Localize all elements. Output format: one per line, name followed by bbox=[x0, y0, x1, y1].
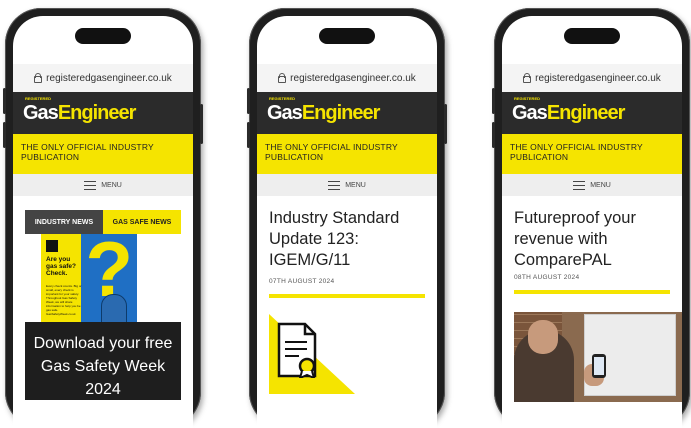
page-content: Industry Standard Update 123: IGEM/G/11 … bbox=[257, 196, 437, 428]
article-photo[interactable] bbox=[514, 312, 682, 402]
phone-screen: registeredgasengineer.co.uk REGISTERED G… bbox=[13, 16, 193, 428]
page-content: Futureproof your revenue with ComparePAL… bbox=[502, 196, 682, 428]
smartphone-icon bbox=[592, 354, 606, 378]
lock-icon bbox=[34, 72, 43, 83]
article-headline[interactable]: Futureproof your revenue with ComparePAL bbox=[514, 208, 672, 271]
hamburger-icon bbox=[328, 180, 341, 190]
gas-safety-poster[interactable]: ? Are you gas safe? Check. Every check c… bbox=[41, 234, 137, 330]
yellow-divider bbox=[514, 290, 670, 294]
site-logo[interactable]: REGISTERED GasEngineer bbox=[267, 97, 380, 124]
notch bbox=[75, 28, 131, 44]
article-date: 07TH AUGUST 2024 bbox=[269, 278, 335, 285]
engineer-photo bbox=[514, 320, 574, 402]
hamburger-icon bbox=[84, 180, 97, 190]
site-tagline: THE ONLY OFFICIAL INDUSTRY PUBLICATION bbox=[13, 134, 193, 174]
certificate-document-icon bbox=[277, 322, 317, 378]
hamburger-icon bbox=[573, 180, 586, 190]
notch bbox=[319, 28, 375, 44]
menu-button[interactable]: MENU bbox=[13, 174, 193, 196]
poster-heading: Are you gas safe? Check. bbox=[46, 256, 76, 277]
url-text: registeredgasengineer.co.uk bbox=[535, 72, 661, 84]
menu-button[interactable]: MENU bbox=[502, 174, 682, 196]
article-date: 08TH AUGUST 2024 bbox=[514, 274, 580, 281]
tab-industry-news[interactable]: INDUSTRY NEWS bbox=[25, 210, 103, 234]
notch bbox=[564, 28, 620, 44]
phone-mockup-3: registeredgasengineer.co.uk REGISTERED G… bbox=[492, 8, 690, 428]
menu-label: MENU bbox=[345, 181, 366, 189]
menu-button[interactable]: MENU bbox=[257, 174, 437, 196]
address-bar[interactable]: registeredgasengineer.co.uk bbox=[502, 64, 682, 92]
lock-icon bbox=[278, 72, 287, 83]
address-bar[interactable]: registeredgasengineer.co.uk bbox=[257, 64, 437, 92]
menu-label: MENU bbox=[590, 181, 611, 189]
phone-screen: registeredgasengineer.co.uk REGISTERED G… bbox=[257, 16, 437, 428]
site-tagline: THE ONLY OFFICIAL INDUSTRY PUBLICATION bbox=[502, 134, 682, 174]
site-tagline: THE ONLY OFFICIAL INDUSTRY PUBLICATION bbox=[257, 134, 437, 174]
site-logo[interactable]: REGISTERED GasEngineer bbox=[512, 97, 625, 124]
phone-mockup-2: registeredgasengineer.co.uk REGISTERED G… bbox=[247, 8, 447, 428]
article-illustration bbox=[269, 314, 425, 394]
page-content: INDUSTRY NEWS GAS SAFE NEWS ? Are you ga… bbox=[13, 196, 193, 428]
site-logo[interactable]: REGISTERED GasEngineer bbox=[23, 97, 136, 124]
phone-screen: registeredgasengineer.co.uk REGISTERED G… bbox=[502, 16, 682, 428]
yellow-divider bbox=[269, 294, 425, 298]
menu-label: MENU bbox=[101, 181, 122, 189]
site-header: REGISTERED GasEngineer bbox=[502, 92, 682, 134]
site-header: REGISTERED GasEngineer bbox=[257, 92, 437, 134]
url-text: registeredgasengineer.co.uk bbox=[290, 72, 416, 84]
news-tabs: INDUSTRY NEWS GAS SAFE NEWS bbox=[25, 210, 181, 234]
address-bar[interactable]: registeredgasengineer.co.uk bbox=[13, 64, 193, 92]
article-headline[interactable]: Industry Standard Update 123: IGEM/G/11 bbox=[269, 208, 427, 271]
download-promo[interactable]: Download your free Gas Safety Week 2024 bbox=[25, 322, 181, 400]
lock-icon bbox=[523, 72, 532, 83]
url-text: registeredgasengineer.co.uk bbox=[46, 72, 172, 84]
gas-safe-logo-icon bbox=[46, 240, 58, 252]
phone-mockup-1: registeredgasengineer.co.uk REGISTERED G… bbox=[3, 8, 203, 428]
site-header: REGISTERED GasEngineer bbox=[13, 92, 193, 134]
tab-gas-safe-news[interactable]: GAS SAFE NEWS bbox=[103, 210, 181, 234]
